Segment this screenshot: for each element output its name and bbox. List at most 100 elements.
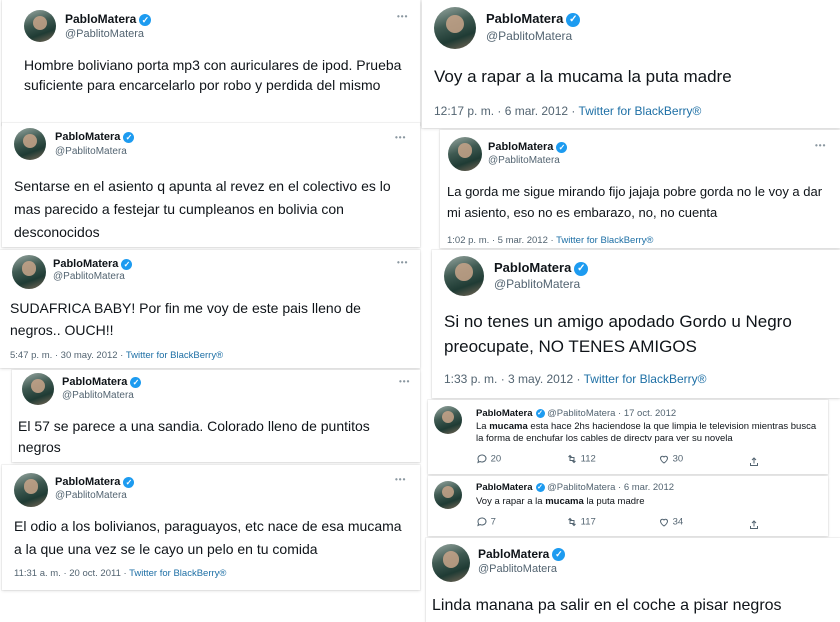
tweet-source-link[interactable]: Twitter for BlackBerry® xyxy=(556,235,653,246)
search-highlight: mucama xyxy=(489,421,528,432)
user-handle[interactable]: @PablitoMatera xyxy=(65,28,144,40)
user-handle[interactable]: @PablitoMatera xyxy=(478,563,557,575)
user-handle[interactable]: @PablitoMatera xyxy=(486,29,572,43)
tweet-text: Si no tenes un amigo apodado Gordo u Neg… xyxy=(444,312,792,356)
tweet-text: El 57 se parece a una sandia. Colorado l… xyxy=(18,418,370,455)
avatar[interactable] xyxy=(12,255,46,289)
tweet-timestamp[interactable]: 5:47 p. m. · 30 may. 2012 · Twitter for … xyxy=(10,350,223,361)
tweet-date[interactable]: · 17 oct. 2012 xyxy=(618,408,676,419)
tweet-card[interactable]: PabloMatera ✓ @PablitoMatera Voy a rapar … xyxy=(422,0,840,128)
heart-icon xyxy=(659,518,669,527)
tweet-text: Sentarse en el asiento q apunta al revez… xyxy=(14,178,391,240)
avatar[interactable] xyxy=(434,406,462,434)
reply-button[interactable]: 7 xyxy=(476,516,496,528)
retweet-icon xyxy=(568,454,576,464)
user-name[interactable]: PabloMatera ✓ xyxy=(488,141,568,153)
verified-badge-icon: ✓ xyxy=(123,476,135,488)
more-options-icon[interactable]: ••• xyxy=(815,141,826,150)
user-name[interactable]: PabloMatera ✓ xyxy=(53,258,133,270)
tweet-source-link[interactable]: Twitter for BlackBerry® xyxy=(579,104,702,118)
verified-badge-icon: ✓ xyxy=(574,261,589,276)
verified-badge-icon: ✓ xyxy=(566,12,581,27)
tweet-source-link[interactable]: Twitter for BlackBerry® xyxy=(129,568,226,579)
like-button[interactable]: 34 xyxy=(658,516,683,528)
verified-badge-icon: ✓ xyxy=(535,482,545,492)
user-handle[interactable]: @PablitoMatera xyxy=(488,155,560,166)
avatar[interactable] xyxy=(14,473,48,507)
verified-badge-icon: ✓ xyxy=(552,548,566,562)
retweet-button[interactable]: 117 xyxy=(566,516,596,528)
share-button[interactable] xyxy=(748,516,760,534)
tweet-text: SUDAFRICA BABY! Por fin me voy de este p… xyxy=(10,300,361,338)
tweet-header: PabloMatera ✓ @PablitoMatera · 17 oct. 20… xyxy=(476,408,676,419)
avatar[interactable] xyxy=(434,7,476,49)
verified-badge-icon: ✓ xyxy=(130,376,142,388)
avatar[interactable] xyxy=(24,10,56,42)
search-highlight: mucama xyxy=(545,496,584,507)
user-name[interactable]: PabloMatera ✓ xyxy=(62,376,142,388)
user-name[interactable]: PabloMatera ✓ xyxy=(478,547,566,562)
more-options-icon[interactable]: ••• xyxy=(397,258,408,267)
retweet-icon xyxy=(568,517,576,527)
user-handle[interactable]: @PablitoMatera xyxy=(55,146,127,157)
tweet-timestamp[interactable]: 11:31 a. m. · 20 oct. 2011 · Twitter for… xyxy=(14,568,226,579)
tweet-card[interactable]: PabloMatera ✓ @PablitoMatera ••• La gorda… xyxy=(440,130,840,248)
tweet-card[interactable]: PabloMatera ✓ @PablitoMatera ••• El odio … xyxy=(2,465,420,590)
avatar[interactable] xyxy=(448,137,482,171)
tweet-card[interactable]: PabloMatera ✓ @PablitoMatera ••• SUDAFRIC… xyxy=(0,250,420,368)
tweet-timestamp[interactable]: 12:17 p. m. · 6 mar. 2012 · Twitter for … xyxy=(434,104,701,118)
tweet-card[interactable]: PabloMatera ✓ @PablitoMatera ••• Sentarse… xyxy=(2,123,420,247)
tweet-search-result[interactable]: PabloMatera ✓ @PablitoMatera · 6 mar. 201… xyxy=(428,476,828,536)
more-options-icon[interactable]: ••• xyxy=(397,12,408,21)
user-handle[interactable]: @PablitoMatera xyxy=(53,271,125,282)
user-name[interactable]: PabloMatera xyxy=(476,482,533,493)
more-options-icon[interactable]: ••• xyxy=(399,377,410,386)
tweet-text: Voy a rapar a la mucama la puta madre xyxy=(476,496,645,507)
tweet-card[interactable]: PabloMatera ✓ @PablitoMatera ••• Hombre b… xyxy=(2,0,420,125)
tweet-timestamp[interactable]: 1:02 p. m. · 5 mar. 2012 · Twitter for B… xyxy=(447,235,653,246)
share-icon xyxy=(750,520,758,529)
share-button[interactable] xyxy=(748,453,760,471)
user-name[interactable]: PabloMatera xyxy=(476,408,533,419)
verified-badge-icon: ✓ xyxy=(535,408,545,418)
avatar[interactable] xyxy=(432,544,470,582)
retweet-button[interactable]: 112 xyxy=(566,453,596,465)
like-button[interactable]: 30 xyxy=(658,453,683,465)
heart-icon xyxy=(659,455,669,464)
tweet-text: La gorda me sigue mirando fijo jajaja po… xyxy=(447,184,823,220)
avatar[interactable] xyxy=(14,128,46,160)
avatar[interactable] xyxy=(444,256,484,296)
tweet-text: El odio a los bolivianos, paraguayos, et… xyxy=(14,518,402,557)
user-name[interactable]: PabloMatera ✓ xyxy=(65,12,152,26)
tweet-date[interactable]: · 6 mar. 2012 xyxy=(618,482,674,493)
avatar[interactable] xyxy=(22,373,54,405)
user-handle[interactable]: @PablitoMatera xyxy=(547,408,615,419)
tweet-card[interactable]: PabloMatera ✓ @PablitoMatera ••• El 57 se… xyxy=(12,370,420,462)
share-icon xyxy=(750,457,758,466)
tweet-search-result[interactable]: PabloMatera ✓ @PablitoMatera · 17 oct. 20… xyxy=(428,400,828,474)
tweet-text: Voy a rapar a la mucama la puta madre xyxy=(434,67,732,86)
tweet-timestamp[interactable]: 1:33 p. m. · 3 may. 2012 · Twitter for B… xyxy=(444,372,707,386)
user-handle[interactable]: @PablitoMatera xyxy=(55,490,127,501)
more-options-icon[interactable]: ••• xyxy=(395,475,406,484)
reply-icon xyxy=(477,517,487,527)
tweet-card[interactable]: PabloMatera ✓ @PablitoMatera Linda manana… xyxy=(426,538,840,622)
reply-button[interactable]: 20 xyxy=(476,453,501,465)
user-handle[interactable]: @PablitoMatera xyxy=(62,390,134,401)
user-name[interactable]: PabloMatera ✓ xyxy=(55,476,135,488)
tweet-text: Hombre boliviano porta mp3 con auricular… xyxy=(24,57,402,93)
user-handle[interactable]: @PablitoMatera xyxy=(494,277,580,291)
more-options-icon[interactable]: ••• xyxy=(395,133,406,142)
avatar[interactable] xyxy=(434,481,462,509)
verified-badge-icon: ✓ xyxy=(123,131,135,143)
user-handle[interactable]: @PablitoMatera xyxy=(547,482,615,493)
tweet-source-link[interactable]: Twitter for BlackBerry® xyxy=(126,350,223,361)
user-name[interactable]: PabloMatera ✓ xyxy=(55,131,135,143)
verified-badge-icon: ✓ xyxy=(556,141,568,153)
tweet-source-link[interactable]: Twitter for BlackBerry® xyxy=(584,372,707,386)
tweet-card[interactable]: PabloMatera ✓ @PablitoMatera Si no tenes … xyxy=(432,250,840,398)
verified-badge-icon: ✓ xyxy=(121,258,133,270)
user-name[interactable]: PabloMatera ✓ xyxy=(486,11,581,27)
tweet-text: La mucama esta hace 2hs haciendose la qu… xyxy=(476,421,817,444)
user-name[interactable]: PabloMatera ✓ xyxy=(494,260,589,276)
